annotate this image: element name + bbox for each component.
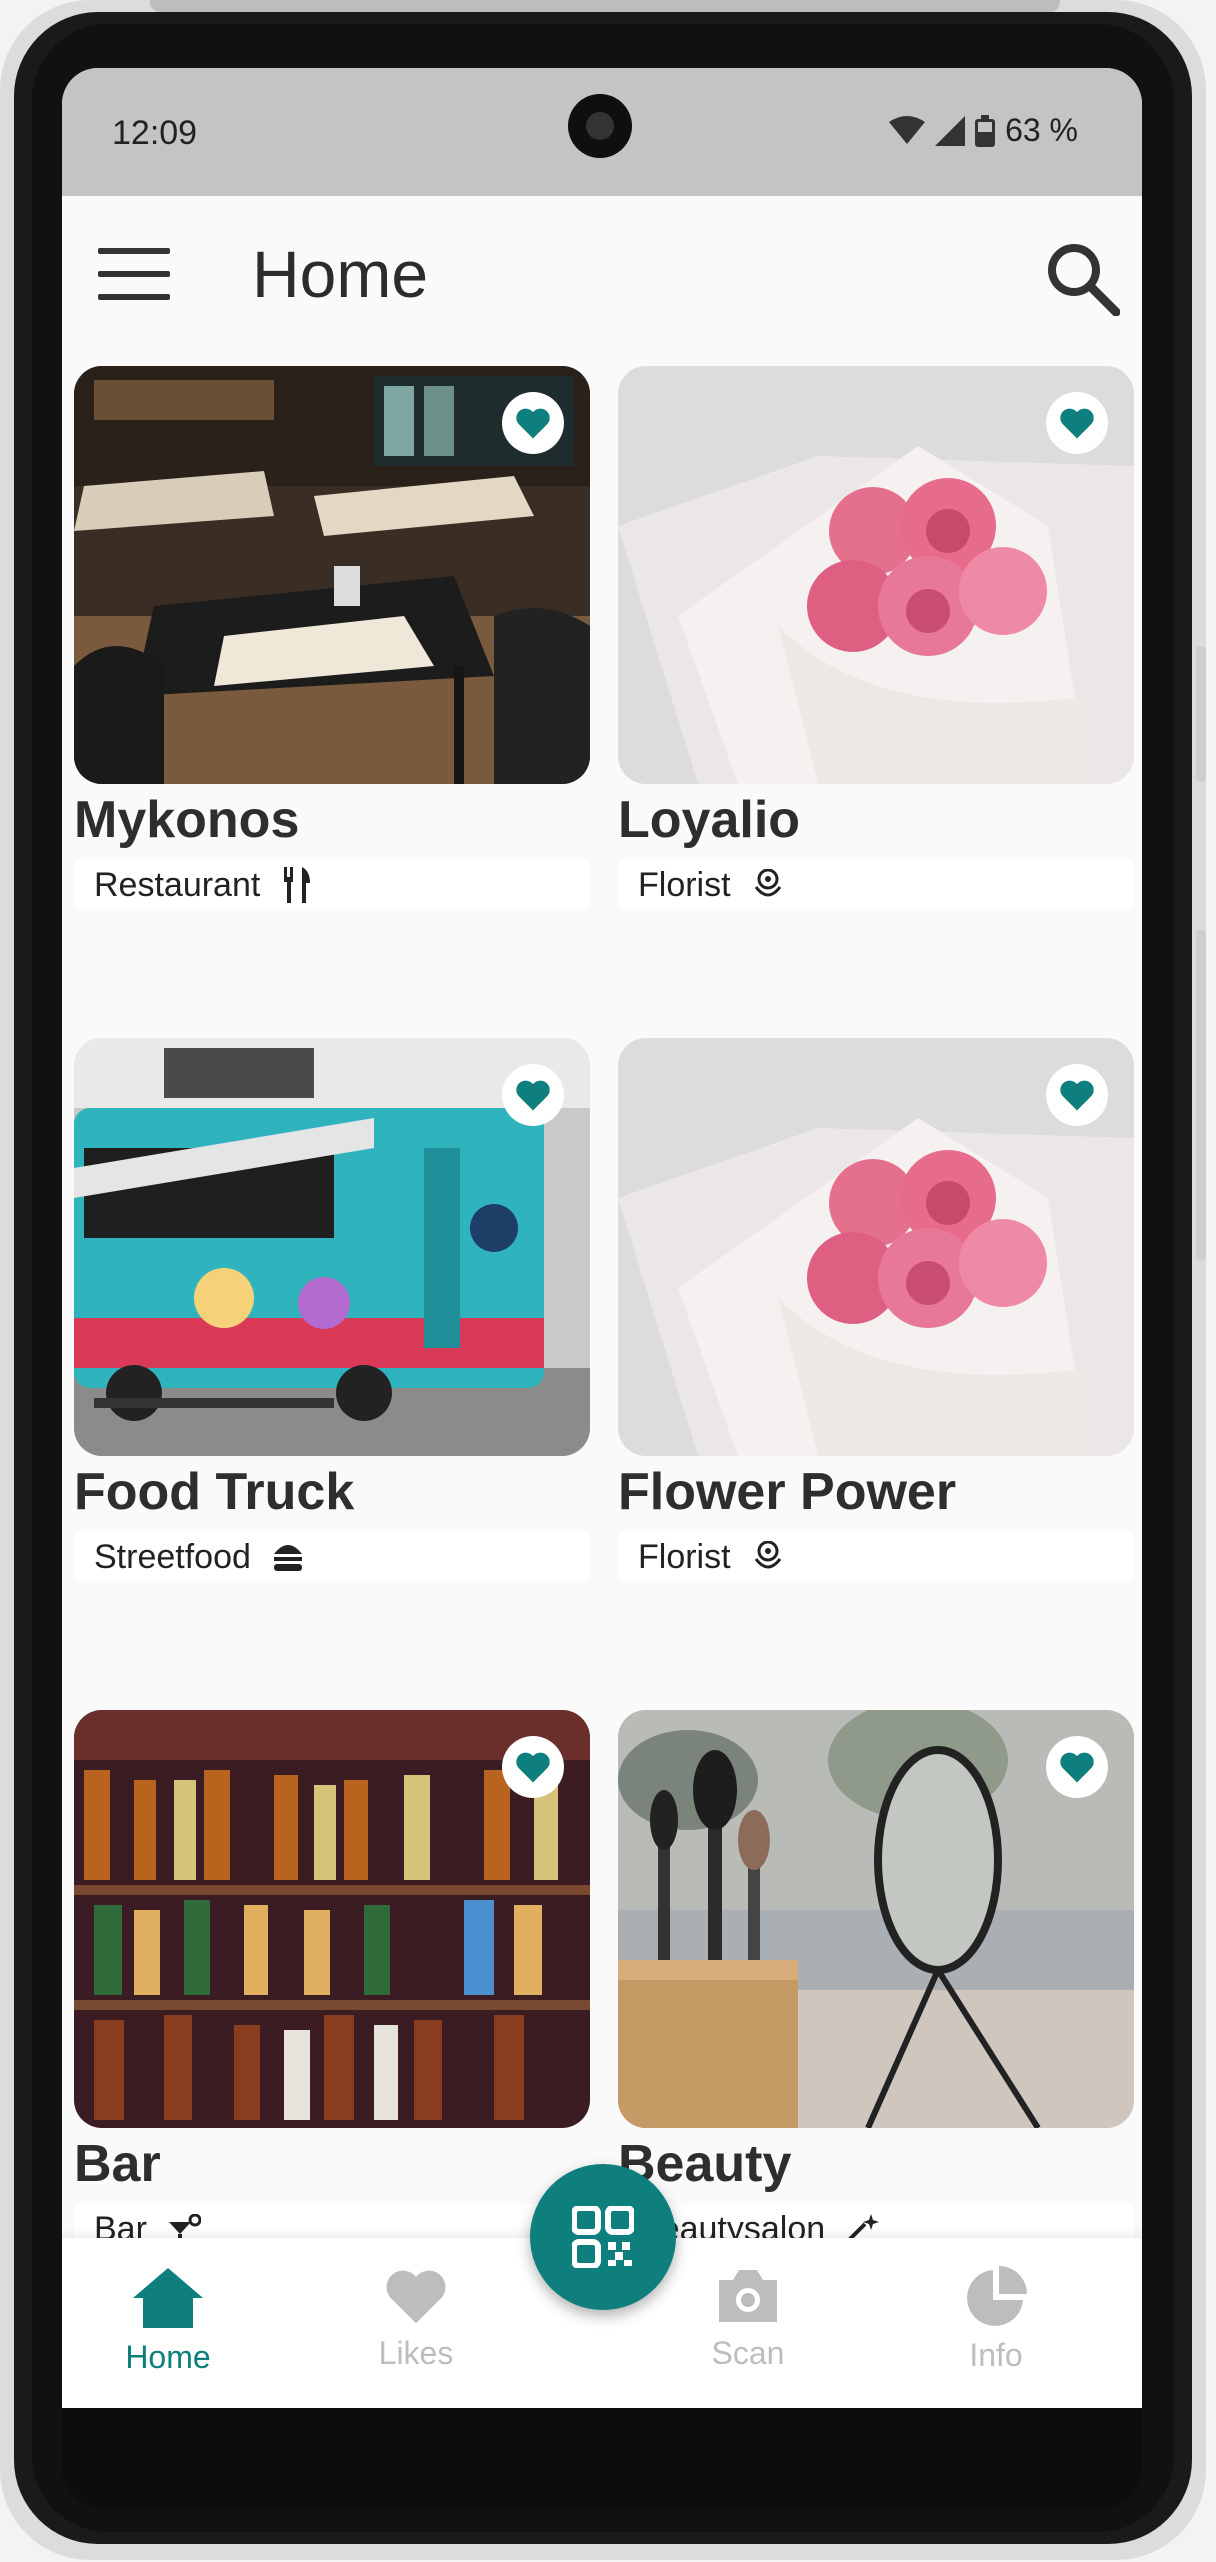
category-chip: Streetfood — [74, 1532, 590, 1582]
qr-code-icon — [572, 2206, 634, 2268]
status-time: 12:09 — [112, 114, 198, 152]
nav-info[interactable]: Info — [916, 2266, 1076, 2374]
category-chip: Florist — [618, 1532, 1134, 1582]
card-title: Bar — [74, 2135, 161, 2193]
card-title: Food Truck — [74, 1463, 355, 1521]
card-title: Mykonos — [74, 791, 300, 849]
battery-percentage: 63 % — [1005, 112, 1078, 148]
phone-screen: 12:09 63 % Home Mykonos Restaurant Loyal… — [62, 68, 1142, 2408]
favorite-button[interactable] — [502, 392, 564, 454]
nav-home-label: Home — [125, 2339, 211, 2375]
wifi-icon — [889, 115, 926, 144]
page-title: Home — [252, 237, 429, 311]
scan-fab-button[interactable] — [530, 2164, 676, 2310]
nav-likes[interactable]: Likes — [336, 2266, 496, 2372]
category-chip: Florist — [618, 860, 1134, 910]
home-gesture-pill[interactable] — [462, 2364, 744, 2374]
heart-icon — [516, 1752, 550, 1783]
heart-icon — [516, 1080, 550, 1111]
category-chip: Restaurant — [74, 860, 590, 910]
search-icon[interactable] — [1044, 240, 1120, 316]
category-label: Streetfood — [94, 1537, 251, 1576]
heart-icon — [386, 2270, 446, 2324]
card-image-food-truck — [74, 1038, 590, 1456]
gesture-area — [62, 2408, 1142, 2508]
favorite-button[interactable] — [1046, 1736, 1108, 1798]
device-volume-button — [1196, 930, 1206, 1260]
card-title: Flower Power — [618, 1463, 957, 1521]
fork-knife-icon — [280, 867, 314, 903]
battery-icon — [975, 114, 996, 147]
nav-home[interactable]: Home — [88, 2266, 248, 2376]
status-bar: 12:09 63 % — [62, 68, 1142, 196]
card-image-makeup-brushes — [618, 1710, 1134, 2128]
favorite-button[interactable] — [502, 1736, 564, 1798]
flower-icon — [751, 1540, 785, 1574]
card-image-peonies — [618, 366, 1134, 784]
burger-icon — [271, 1540, 305, 1574]
front-camera — [568, 94, 632, 158]
card-title: Loyalio — [618, 791, 801, 849]
heart-icon — [1060, 1080, 1094, 1111]
card-image-restaurant — [74, 366, 590, 784]
flower-icon — [751, 868, 785, 902]
device-power-button — [1196, 646, 1206, 782]
menu-icon[interactable] — [98, 248, 170, 300]
favorite-button[interactable] — [1046, 1064, 1108, 1126]
home-icon — [133, 2268, 203, 2328]
favorite-button[interactable] — [1046, 392, 1108, 454]
heart-icon — [1060, 1752, 1094, 1783]
pie-chart-icon — [967, 2266, 1027, 2326]
heart-icon — [516, 408, 550, 439]
nav-scan[interactable]: Scan — [668, 2266, 828, 2372]
app-bar: Home — [62, 196, 1142, 356]
category-label: Restaurant — [94, 865, 261, 904]
category-label: Florist — [638, 865, 731, 904]
signal-icon — [935, 115, 966, 146]
status-icons: 63 % — [889, 112, 1078, 149]
nav-info-label: Info — [969, 2337, 1023, 2373]
card-image-bar-shelf — [74, 1710, 590, 2128]
card-image-peonies — [618, 1038, 1134, 1456]
favorite-button[interactable] — [502, 1064, 564, 1126]
device-top-edge — [150, 0, 1060, 12]
camera-icon — [719, 2270, 777, 2322]
heart-icon — [1060, 408, 1094, 439]
category-label: Florist — [638, 1537, 731, 1576]
